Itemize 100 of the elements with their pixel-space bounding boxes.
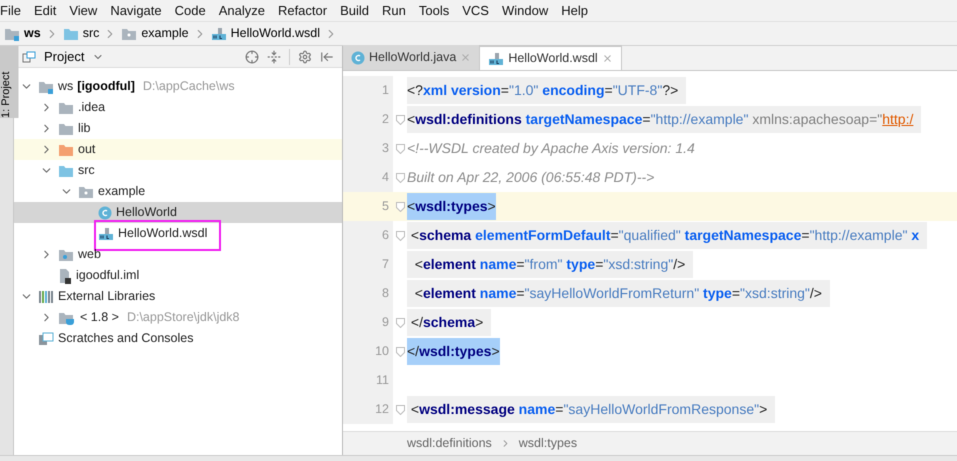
line-number: 8 — [343, 279, 393, 308]
project-view-icon — [22, 50, 36, 62]
folder-icon — [58, 248, 74, 262]
folder-icon — [38, 80, 54, 94]
fold-marker-icon[interactable] — [396, 318, 404, 328]
panel-title[interactable]: Project — [44, 46, 84, 66]
collapse-all-icon[interactable] — [267, 50, 281, 64]
item-label: HelloWorld — [116, 204, 177, 222]
breadcrumb-item[interactable]: src — [82, 24, 100, 43]
fold-marker-icon[interactable] — [396, 404, 404, 414]
class-icon — [98, 206, 112, 220]
menu-item[interactable]: Build — [340, 0, 370, 20]
line-number: 7 — [343, 250, 393, 279]
settings-icon[interactable] — [298, 50, 312, 64]
menu-item[interactable]: Code — [174, 0, 206, 20]
item-label: web — [78, 246, 101, 264]
tree-item[interactable]: External Libraries — [14, 286, 342, 307]
editor-tab[interactable]: HelloWorld.java — [343, 45, 480, 70]
item-label: External Libraries — [58, 288, 156, 306]
item-label: HelloWorld.wsdl — [118, 225, 208, 242]
code-text: </wsdl:types> — [407, 338, 500, 365]
menu-item[interactable]: Edit — [34, 0, 56, 20]
class-icon — [351, 50, 365, 64]
tree-item[interactable]: HelloWorld.wsdl — [14, 223, 342, 244]
project-tool-tab[interactable]: 1: Project — [0, 46, 19, 118]
code-text: <element name="from" type="xsd:string"/> — [407, 251, 694, 278]
code-text: <!--WSDL created by Apache Axis version: 1.4 — [407, 139, 695, 158]
line-number: 2 — [343, 105, 393, 134]
line-number: 10 — [343, 337, 393, 366]
line-number: 9 — [343, 308, 393, 337]
breadcrumb-item[interactable]: HelloWorld.wsdl — [230, 24, 320, 43]
line-number: 3 — [343, 134, 393, 163]
tree-item[interactable]: igoodful.iml — [14, 265, 342, 286]
breadcrumb-item[interactable]: ws — [24, 24, 41, 43]
folder-icon — [4, 26, 20, 40]
close-icon[interactable] — [602, 53, 613, 64]
menu-item[interactable]: VCS — [462, 0, 489, 20]
menu-item[interactable]: Analyze — [218, 0, 265, 20]
tree-item[interactable]: < 1.8 > D:\appStore\jdk\jdk8 — [14, 307, 342, 328]
code-text: Built on Apr 22, 2006 (06:55:48 PDT)--> — [407, 168, 654, 187]
tree-item[interactable]: lib — [14, 118, 342, 139]
tree-item[interactable]: out — [14, 139, 342, 160]
line-number: 1 — [343, 76, 393, 105]
folder-icon — [62, 26, 79, 40]
fold-marker-icon[interactable] — [396, 346, 404, 356]
folder-icon — [78, 184, 94, 198]
scratches-icon — [38, 332, 54, 346]
item-label: Scratches and Consoles — [58, 330, 194, 348]
tree-item[interactable]: example — [14, 181, 342, 202]
fold-marker-icon[interactable] — [396, 114, 404, 124]
code-text: <schema elementFormDefault="qualified" targetNamespace="http://example" x — [407, 222, 928, 249]
item-label: example — [98, 183, 146, 200]
item-label: lib — [78, 120, 91, 138]
fold-marker-icon[interactable] — [396, 172, 404, 182]
libraries-icon — [38, 290, 54, 304]
breadcrumb-item[interactable]: example — [141, 24, 189, 43]
fold-marker-icon[interactable] — [396, 144, 404, 154]
tree-item[interactable]: src — [14, 160, 342, 181]
menu-item[interactable]: Run — [382, 0, 406, 20]
menu-item[interactable]: Help — [561, 0, 588, 20]
wsdl-file-icon — [210, 26, 227, 40]
tree-item[interactable]: Scratches and Consoles — [14, 328, 342, 349]
fold-marker-icon[interactable] — [396, 202, 404, 212]
line-number: 12 — [343, 395, 393, 424]
locate-icon[interactable] — [245, 50, 259, 64]
tree-item[interactable]: HelloWorld — [14, 202, 342, 223]
code-text: <wsdl:definitions targetNamespace="http://example" xmlns:apachesoap="http:/ — [407, 106, 922, 133]
structure-breadcrumb[interactable]: wsdl:definitions — [407, 434, 492, 453]
editor-tab[interactable]: HelloWorld.wsdl — [480, 45, 622, 70]
wsdl-file-icon — [488, 52, 504, 66]
item-label: .idea — [78, 99, 106, 116]
module-name: [igoodful] — [77, 78, 135, 96]
menu-item[interactable]: Window — [502, 0, 548, 20]
item-label: src — [78, 162, 95, 180]
menu-item[interactable]: File — [0, 0, 21, 20]
menu-item[interactable]: Refactor — [278, 0, 328, 20]
line-number: 11 — [343, 366, 393, 395]
folder-icon — [58, 164, 74, 178]
folder-icon — [58, 122, 74, 136]
item-label: < 1.8 > — [80, 309, 119, 326]
fold-marker-icon[interactable] — [396, 230, 404, 240]
code-text: <?xml version="1.0" encoding="UTF-8"?> — [407, 77, 686, 104]
jdk-folder-icon — [58, 310, 76, 324]
line-number: 5 — [381, 198, 390, 216]
code-text: </schema> — [407, 309, 492, 336]
code-text: <wsdl:types> — [407, 193, 496, 220]
folder-icon — [58, 142, 74, 156]
hide-panel-icon[interactable] — [320, 50, 334, 64]
menu-item[interactable]: Navigate — [110, 0, 162, 20]
tree-item[interactable]: web — [14, 244, 342, 265]
menu-item[interactable]: Tools — [418, 0, 450, 20]
menu-item[interactable]: View — [69, 0, 98, 20]
folder-icon — [121, 26, 138, 40]
line-number: 4 — [343, 163, 393, 192]
structure-breadcrumb[interactable]: wsdl:types — [518, 434, 578, 453]
item-label: ws — [58, 78, 74, 96]
file-icon — [58, 268, 72, 284]
code-text: <element name="sayHelloWorldFromReturn" type="xsd:string"/> — [407, 280, 830, 307]
wsdl-file-icon — [98, 226, 114, 240]
item-path: D:\appCache\ws — [142, 78, 235, 96]
